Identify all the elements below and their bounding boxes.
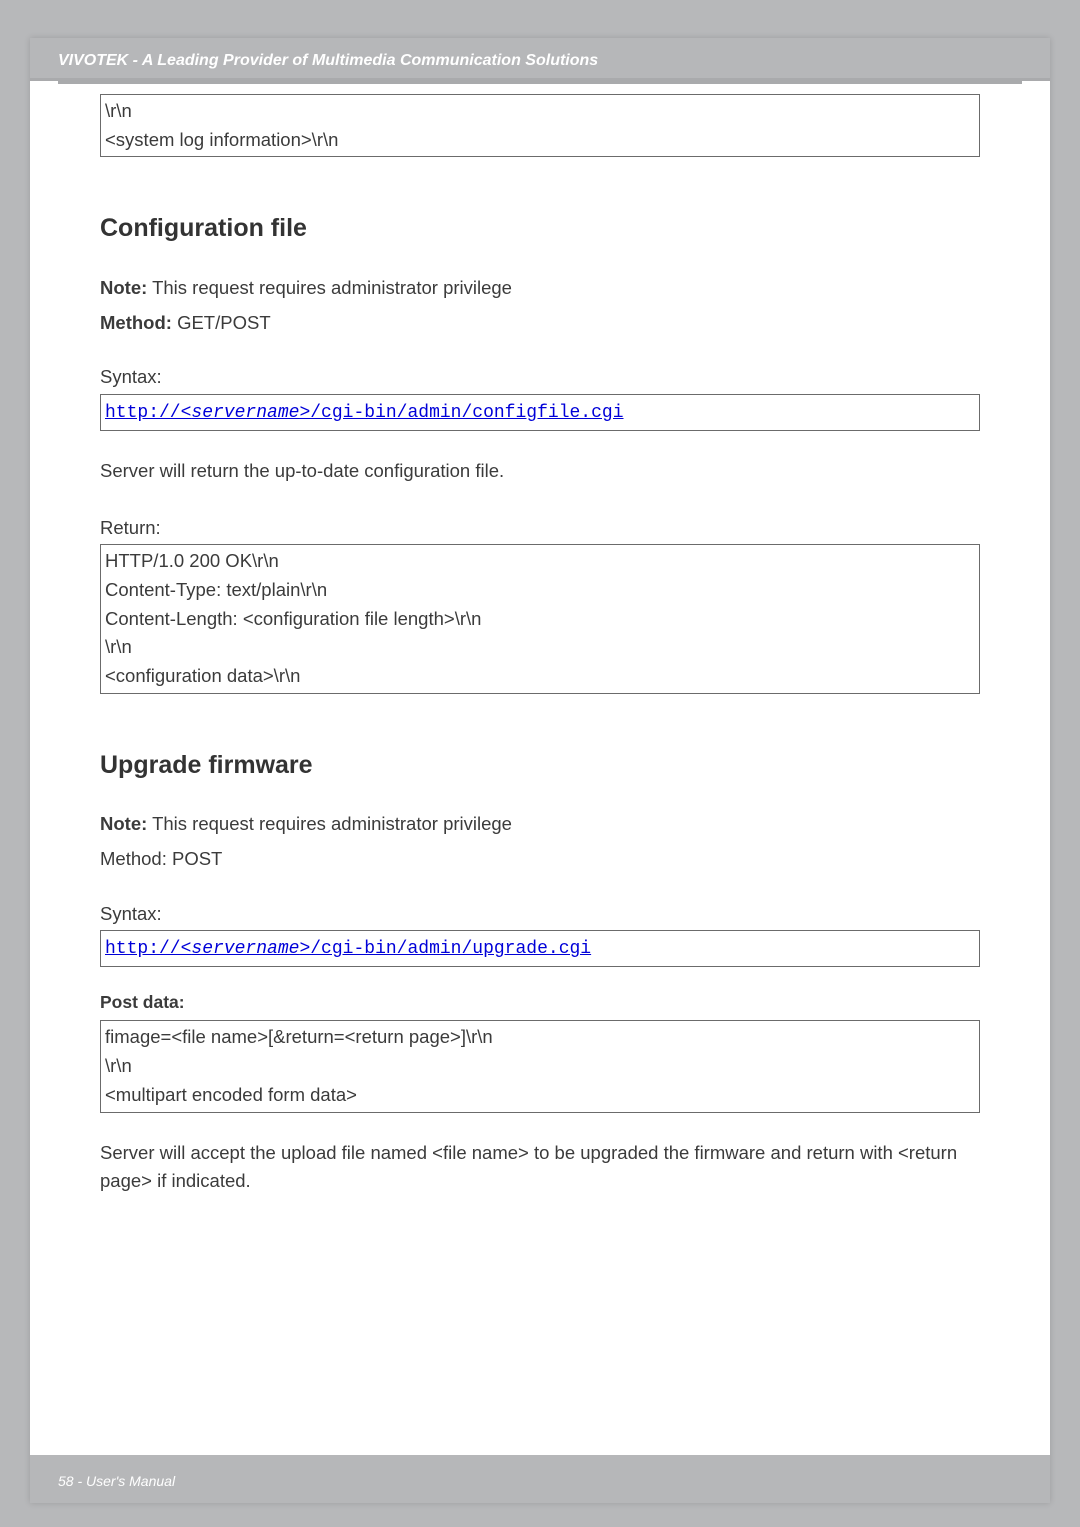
upgrade-syntax-box: http://<servername>/cgi-bin/admin/upgrad…	[100, 930, 980, 967]
config-url-link[interactable]: http://<servername>/cgi-bin/admin/config…	[105, 403, 624, 423]
note-text: This request requires administrator priv…	[147, 277, 512, 298]
footer-text: 58 - User's Manual	[58, 1473, 175, 1489]
config-narrative: Server will return the up-to-date config…	[100, 457, 980, 486]
pd-l1: fimage=<file name>[&return=<return page>…	[105, 1023, 975, 1052]
upgrade-url-link[interactable]: http://<servername>/cgi-bin/admin/upgrad…	[105, 939, 591, 959]
section-upgrade-firmware: Upgrade firmware	[100, 746, 980, 785]
syslog-line-1: \r\n	[105, 97, 975, 126]
ret-l4: \r\n	[105, 633, 975, 662]
upgrade-method: Method: POST	[100, 845, 980, 874]
config-return-box: HTTP/1.0 200 OK\r\n Content-Type: text/p…	[100, 544, 980, 693]
postdata-label: Post data:	[100, 989, 980, 1016]
ret-l3: Content-Length: <configuration file leng…	[105, 605, 975, 634]
pd-l3: <multipart encoded form data>	[105, 1081, 975, 1110]
url-pre: http://<	[105, 403, 191, 423]
url-post: >/cgi-bin/admin/configfile.cgi	[299, 403, 623, 423]
ret-l5: <configuration data>\r\n	[105, 662, 975, 691]
config-syntax-box: http://<servername>/cgi-bin/admin/config…	[100, 394, 980, 431]
upgrade-syntax-label: Syntax:	[100, 900, 980, 929]
url-pre: http://<	[105, 939, 191, 959]
config-note: Note: This request requires administrato…	[100, 274, 980, 303]
syslog-line-2: <system log information>\r\n	[105, 126, 975, 155]
pd-l2: \r\n	[105, 1052, 975, 1081]
method-text: GET/POST	[172, 312, 271, 333]
page-footer: 58 - User's Manual	[30, 1455, 1050, 1503]
upgrade-note: Note: This request requires administrato…	[100, 810, 980, 839]
url-post: >/cgi-bin/admin/upgrade.cgi	[299, 939, 591, 959]
note-label: Note:	[100, 813, 147, 834]
method-label: Method:	[100, 312, 172, 333]
config-syntax-label: Syntax:	[100, 363, 980, 392]
url-servername: servername	[191, 939, 299, 959]
config-method: Method: GET/POST	[100, 309, 980, 338]
ret-l2: Content-Type: text/plain\r\n	[105, 576, 975, 605]
postdata-box: fimage=<file name>[&return=<return page>…	[100, 1020, 980, 1112]
ret-l1: HTTP/1.0 200 OK\r\n	[105, 547, 975, 576]
section-configuration-file: Configuration file	[100, 209, 980, 248]
note-text: This request requires administrator priv…	[147, 813, 512, 834]
upgrade-narrative: Server will accept the upload file named…	[100, 1139, 980, 1196]
page-header: VIVOTEK - A Leading Provider of Multimed…	[30, 38, 1050, 81]
config-return-label: Return:	[100, 514, 980, 543]
page-content: \r\n <system log information>\r\n Config…	[30, 84, 1050, 1455]
note-label: Note:	[100, 277, 147, 298]
syslog-response-box: \r\n <system log information>\r\n	[100, 94, 980, 157]
url-servername: servername	[191, 403, 299, 423]
header-title: VIVOTEK - A Leading Provider of Multimed…	[58, 52, 598, 69]
